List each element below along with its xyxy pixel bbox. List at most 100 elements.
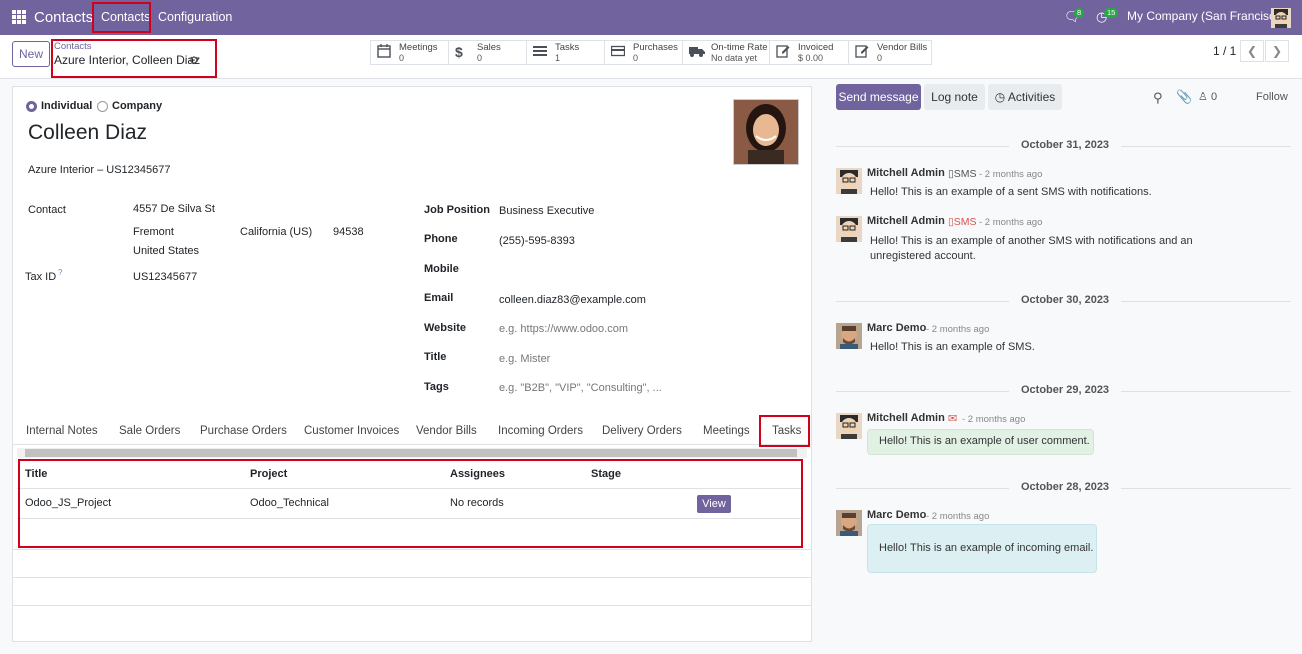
avatar[interactable] — [836, 323, 862, 349]
street-field[interactable]: 4557 De Silva St — [133, 203, 215, 215]
tab-delivery-orders[interactable]: Delivery Orders — [602, 425, 682, 437]
date-label: October 30, 2023 — [1009, 294, 1122, 306]
smart-value: 0 — [477, 53, 483, 63]
chevron-left-icon: ❮ — [1246, 44, 1258, 58]
message-author[interactable]: Marc Demo — [867, 322, 926, 334]
smart-label: Tasks — [555, 42, 580, 53]
new-button[interactable]: New — [12, 41, 50, 67]
tab-internal-notes[interactable]: Internal Notes — [26, 425, 98, 437]
message-author[interactable]: Mitchell Admin — [867, 412, 945, 424]
company-field[interactable]: Azure Interior – US12345677 — [28, 164, 170, 176]
smart-button-vendor-bills[interactable]: Vendor Bills 0 — [848, 40, 932, 65]
message-author[interactable]: Marc Demo — [867, 509, 926, 521]
pager-value[interactable]: 1 / 1 — [1213, 44, 1236, 58]
tags-field[interactable]: e.g. "B2B", "VIP", "Consulting", ... — [499, 382, 662, 394]
sms-channel-text: SMS — [953, 216, 977, 228]
email-field[interactable]: colleen.diaz83@example.com — [499, 294, 646, 306]
tab-meetings[interactable]: Meetings — [703, 425, 750, 437]
company-switcher[interactable]: My Company (San Francisco) — [1127, 9, 1286, 23]
country-field[interactable]: United States — [133, 245, 199, 257]
message-author[interactable]: Mitchell Admin — [867, 167, 945, 179]
smart-label: Sales — [477, 42, 501, 53]
title-field[interactable]: e.g. Mister — [499, 353, 550, 365]
highlight-breadcrumb — [51, 39, 217, 78]
followers-count[interactable]: 0 — [1211, 91, 1217, 103]
message-body: Hello! This is an example of SMS. — [870, 341, 1035, 353]
avatar[interactable] — [836, 216, 862, 242]
form-sheet: Individual Company Colleen Diaz Azure In… — [12, 86, 812, 642]
zip-field[interactable]: 94538 — [333, 226, 364, 238]
search-icon[interactable]: ⚲ — [1153, 90, 1163, 106]
paperclip-icon[interactable]: 📎 — [1176, 89, 1192, 105]
contact-name-field[interactable]: Colleen Diaz — [28, 121, 147, 145]
smart-button-meetings[interactable]: Meetings 0 — [370, 40, 449, 65]
smart-label: Vendor Bills — [877, 42, 928, 53]
smart-button-on-time-rate[interactable]: On-time Rate No data yet — [682, 40, 770, 65]
radio-individual-label[interactable]: Individual — [41, 100, 92, 112]
smart-value: No data yet — [711, 53, 758, 63]
calendar-icon — [377, 44, 391, 60]
smart-label: On-time Rate — [711, 42, 768, 53]
log-note-button[interactable]: Log note — [924, 84, 985, 110]
date-label: October 29, 2023 — [1009, 384, 1122, 396]
highlight-tab-tasks — [759, 415, 810, 447]
smart-button-sales[interactable]: $ Sales 0 — [448, 40, 527, 65]
smart-button-purchases[interactable]: Purchases 0 — [604, 40, 683, 65]
message-body: Hello! This is an example of a sent SMS … — [870, 186, 1152, 198]
activities-button[interactable]: ◷ Activities — [988, 84, 1062, 110]
sms-channel-label-error: ▯SMS — [948, 216, 977, 228]
pager-previous-button[interactable]: ❮ — [1240, 40, 1264, 62]
date-label: October 31, 2023 — [1009, 139, 1122, 151]
avatar[interactable] — [836, 168, 862, 194]
follow-button[interactable]: Follow — [1256, 91, 1288, 103]
radio-company[interactable] — [97, 101, 108, 112]
tab-purchase-orders[interactable]: Purchase Orders — [200, 425, 287, 437]
followers-icon[interactable]: ♙ — [1198, 90, 1208, 103]
contact-photo[interactable] — [733, 99, 799, 165]
message-date: - 2 months ago — [962, 414, 1026, 425]
radio-individual[interactable] — [26, 101, 37, 112]
contact-label: Contact — [28, 204, 66, 216]
truck-icon — [689, 44, 705, 60]
tasks-icon — [533, 44, 547, 60]
smart-button-tasks[interactable]: Tasks 1 — [526, 40, 605, 65]
state-field[interactable]: California (US) — [240, 226, 312, 238]
menu-configuration[interactable]: Configuration — [158, 10, 232, 24]
pager-next-button[interactable]: ❯ — [1265, 40, 1289, 62]
app-name[interactable]: Contacts — [34, 9, 93, 26]
avatar[interactable] — [836, 413, 862, 439]
message-date: - 2 months ago — [926, 511, 990, 522]
title-label: Title — [424, 351, 447, 363]
message-date: - 2 months ago — [979, 169, 1043, 180]
phone-field[interactable]: (255)-595-8393 — [499, 235, 575, 247]
radio-company-label[interactable]: Company — [112, 100, 162, 112]
tab-vendor-bills[interactable]: Vendor Bills — [416, 425, 477, 437]
row-divider — [13, 577, 811, 578]
tab-sale-orders[interactable]: Sale Orders — [119, 425, 180, 437]
avatar[interactable] — [836, 510, 862, 536]
tax-id-help-icon[interactable]: ? — [58, 268, 62, 277]
smart-label: Invoiced — [798, 42, 834, 53]
smart-button-invoiced[interactable]: Invoiced $ 0.00 — [769, 40, 849, 65]
mobile-label: Mobile — [424, 263, 459, 275]
smart-label: Purchases — [633, 42, 678, 53]
tab-customer-invoices[interactable]: Customer Invoices — [304, 425, 399, 437]
city-field[interactable]: Fremont — [133, 226, 174, 238]
scrollbar-thumb[interactable] — [25, 449, 797, 457]
website-field[interactable]: e.g. https://www.odoo.com — [499, 323, 628, 335]
row-divider — [13, 605, 811, 606]
control-panel: New Contacts Azure Interior, Colleen Dia… — [0, 35, 1302, 79]
message-author[interactable]: Mitchell Admin — [867, 215, 945, 227]
smart-label: Meetings — [399, 42, 438, 53]
notebook-tabs: Internal Notes Sale Orders Purchase Orde… — [13, 417, 811, 445]
email-label: Email — [424, 292, 454, 304]
send-message-button[interactable]: Send message — [836, 84, 921, 110]
horizontal-scrollbar[interactable] — [17, 448, 807, 458]
user-avatar[interactable] — [1271, 8, 1291, 28]
clock-icon: ◷ — [994, 90, 1008, 104]
tax-id-field[interactable]: US12345677 — [133, 271, 197, 283]
tab-incoming-orders[interactable]: Incoming Orders — [498, 425, 583, 437]
job-position-field[interactable]: Business Executive — [499, 205, 594, 217]
app-menu-icon[interactable] — [12, 10, 26, 24]
message-body: Hello! This is an example of another SMS… — [870, 235, 1193, 262]
